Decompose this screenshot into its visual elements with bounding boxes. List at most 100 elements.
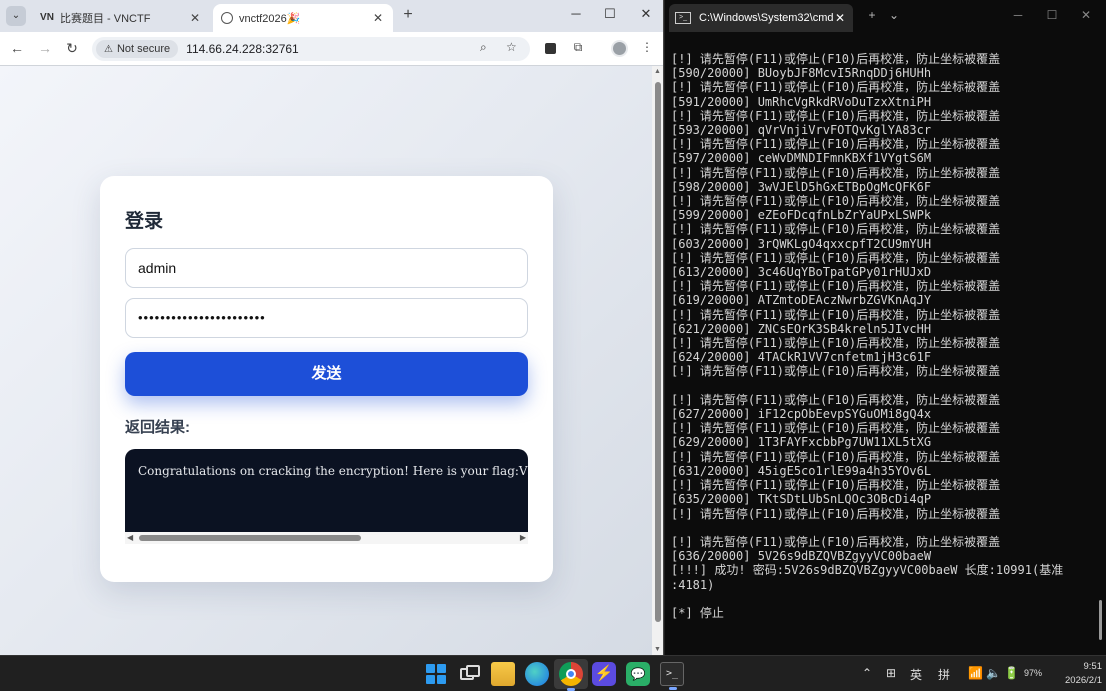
security-chip[interactable]: ⚠ Not secure	[96, 40, 179, 58]
tab-title: vnctf2026🎉	[239, 12, 301, 25]
maximize-icon[interactable]: ☐	[1043, 8, 1061, 22]
terminal-line: [624/20000] 4TACkR1VV7cnfetm1jH3c61F	[671, 350, 932, 365]
terminal-line: [!] 请先暂停(F11)或停止(F10)后再校准，防止坐标被覆盖	[671, 222, 1001, 237]
scroll-down-arrow-icon[interactable]: ▼	[654, 646, 661, 653]
globe-icon	[221, 12, 233, 24]
tab-bar: ⌄ VN 比赛题目 - VNCTF ✕ vnctf2026🎉 ✕ + ─ ☐ ✕	[0, 0, 663, 32]
terminal-line: [597/20000] ceWvDMNDIFmnKBXf1VYgtS6M	[671, 151, 932, 166]
browser-toolbar: ← → ↻ ⚠ Not secure 114.66.24.228:32761 ⌕…	[0, 32, 663, 66]
browser-window: ⌄ VN 比赛题目 - VNCTF ✕ vnctf2026🎉 ✕ + ─ ☐ ✕…	[0, 0, 664, 655]
desktop: ⌄ VN 比赛题目 - VNCTF ✕ vnctf2026🎉 ✕ + ─ ☐ ✕…	[0, 0, 1106, 691]
tab-vnctf2026[interactable]: vnctf2026🎉 ✕	[213, 4, 393, 32]
result-horizontal-scrollbar[interactable]: ◀ ▶	[125, 532, 528, 544]
volume-icon[interactable]: 🔈	[986, 666, 1001, 680]
result-output: Congratulations on cracking the encrypti…	[125, 449, 528, 532]
tray-chevron-up-icon[interactable]: ⌃	[862, 666, 872, 680]
battery-icon[interactable]: 🔋	[1004, 666, 1019, 680]
tab-close-icon[interactable]: ✕	[833, 11, 847, 25]
terminal-line: [!] 请先暂停(F11)或停止(F10)后再校准，防止坐标被覆盖	[671, 80, 1001, 95]
clock[interactable]: 9:51 2026/2/1	[1048, 660, 1102, 688]
terminal-line: [593/20000] qVrVnjiVrvFOTQvKglYA83cr	[671, 123, 932, 138]
username-field[interactable]: admin	[125, 248, 528, 288]
scroll-right-arrow-icon[interactable]: ▶	[520, 533, 526, 542]
terminal-line: [619/20000] ATZmtoDEAczNwrbZGVKnAqJY	[671, 293, 932, 308]
terminal-line: [!] 请先暂停(F11)或停止(F10)后再校准，防止坐标被覆盖	[671, 279, 1001, 294]
terminal-line: [!] 请先暂停(F11)或停止(F10)后再校准，防止坐标被覆盖	[671, 421, 1001, 436]
terminal-app-icon[interactable]: >_	[660, 662, 684, 690]
result-text: Congratulations on cracking the encrypti…	[138, 464, 528, 478]
terminal-line: [!!!] 成功! 密码:5V26s9dBZQVBZgyyVC00baeW 长度…	[671, 563, 1064, 578]
tab-vnctf-challenges[interactable]: VN 比赛题目 - VNCTF ✕	[32, 4, 210, 32]
terminal-line: [!] 请先暂停(F11)或停止(F10)后再校准，防止坐标被覆盖	[671, 307, 1001, 322]
new-tab-plus-icon[interactable]: +	[398, 6, 418, 24]
file-explorer-icon[interactable]	[491, 662, 515, 686]
terminal-line: [!] 请先暂停(F11)或停止(F10)后再校准，防止坐标被覆盖	[671, 194, 1001, 209]
scrollbar-thumb[interactable]	[655, 82, 661, 622]
close-window-icon[interactable]: ✕	[636, 6, 656, 22]
bolt-app-icon[interactable]: ⚡	[592, 662, 616, 686]
more-menu-icon[interactable]: ⋮	[638, 40, 656, 54]
minimize-icon[interactable]: ─	[566, 6, 586, 21]
task-view-icon[interactable]	[458, 662, 482, 686]
close-window-icon[interactable]: ✕	[1077, 8, 1095, 22]
terminal-output[interactable]: [!] 请先暂停(F11)或停止(F10)后再校准，防止坐标被覆盖 [590/20…	[671, 52, 1099, 620]
ime-icon[interactable]: ⊞	[886, 666, 896, 680]
page-viewport: 登录 admin ••••••••••••••••••••••• 发送 返回结果…	[0, 66, 652, 655]
terminal-scrollbar-thumb[interactable]	[1099, 600, 1102, 640]
terminal-line: [629/20000] 1T3FAYFxcbbPg7UW11XL5tXG	[671, 435, 932, 450]
wifi-icon[interactable]: 📶	[968, 666, 983, 680]
wechat-icon[interactable]: 💬	[626, 662, 650, 686]
clock-time: 9:51	[1083, 661, 1103, 672]
terminal-line: [603/20000] 3rQWKLgO4qxxcpfT2CU9mYUH	[671, 236, 932, 251]
terminal-line: [613/20000] 3c46UqYBoTpatGPy01rHUJxD	[671, 265, 932, 280]
login-card: 登录 admin ••••••••••••••••••••••• 发送 返回结果…	[100, 176, 553, 582]
terminal-line: [!] 请先暂停(F11)或停止(F10)后再校准，防止坐标被覆盖	[671, 336, 1001, 351]
terminal-tab-title: C:\Windows\System32\cmd.exe	[699, 12, 833, 24]
tab-close-icon[interactable]: ✕	[371, 11, 385, 25]
terminal-line: [!] 请先暂停(F11)或停止(F10)后再校准，防止坐标被覆盖	[671, 506, 1001, 521]
terminal-line: [!] 请先暂停(F11)或停止(F10)后再校准，防止坐标被覆盖	[671, 364, 1001, 379]
extension-icon[interactable]	[541, 40, 559, 57]
scroll-up-arrow-icon[interactable]: ▲	[654, 68, 661, 75]
terminal-tab[interactable]: >_ C:\Windows\System32\cmd.exe ✕	[669, 4, 853, 32]
profile-avatar[interactable]	[611, 40, 628, 57]
terminal-line: [631/20000] 45igE5co1rlE99a4h35YOv6L	[671, 463, 932, 478]
minimize-icon[interactable]: ─	[1009, 8, 1027, 22]
scrollbar-thumb[interactable]	[139, 535, 361, 541]
bookmark-star-icon[interactable]: ☆	[506, 40, 517, 54]
terminal-line: [635/20000] TKtSDtLUbSnLQOc3OBcDi4qP	[671, 492, 932, 507]
url-text[interactable]: 114.66.24.228:32761	[186, 42, 299, 56]
terminal-line: [636/20000] 5V26s9dBZQVBZgyyVC00baeW	[671, 549, 932, 564]
chrome-browser-icon[interactable]	[559, 662, 583, 691]
zoom-icon[interactable]: ⌕	[480, 40, 487, 55]
terminal-line: [598/20000] 3wVJElD5hGxETBpOgMcQFK6F	[671, 179, 932, 194]
page-vertical-scrollbar[interactable]: ▲ ▼	[652, 66, 663, 655]
tab-title: 比赛题目 - VNCTF	[60, 13, 151, 25]
address-bar[interactable]: ⚠ Not secure 114.66.24.228:32761 ⌕ ☆	[92, 37, 530, 61]
taskbar: ⚡ 💬 >_ ⌃ ⊞ 英 拼 📶 🔈 🔋 97% 9:51 2026/2/1	[0, 655, 1106, 691]
terminal-titlebar: >_ C:\Windows\System32\cmd.exe ✕ + ⌄ ─ ☐…	[665, 0, 1106, 34]
terminal-line: [!] 请先暂停(F11)或停止(F10)后再校准，防止坐标被覆盖	[671, 165, 1001, 180]
clock-date: 2026/2/1	[1065, 675, 1102, 686]
terminal-line: [590/20000] BUoybJF8McvI5RnqDDj6HUHh	[671, 66, 932, 81]
edge-browser-icon[interactable]	[525, 662, 549, 686]
ime-language[interactable]: 英	[910, 666, 922, 683]
ime-mode[interactable]: 拼	[938, 666, 950, 683]
terminal-line: [!] 请先暂停(F11)或停止(F10)后再校准，防止坐标被覆盖	[671, 392, 1001, 407]
terminal-line: [!] 请先暂停(F11)或停止(F10)后再校准，防止坐标被覆盖	[671, 52, 1001, 66]
forward-arrow-icon[interactable]: →	[36, 40, 54, 56]
result-label: 返回结果:	[125, 419, 190, 436]
extensions-puzzle-icon[interactable]: ⧉	[569, 40, 587, 55]
new-tab-plus-icon[interactable]: +	[863, 8, 881, 22]
windows-start-icon[interactable]	[424, 662, 448, 686]
back-arrow-icon[interactable]: ←	[8, 40, 26, 56]
scroll-left-arrow-icon[interactable]: ◀	[127, 533, 133, 542]
tab-close-icon[interactable]: ✕	[188, 11, 202, 25]
maximize-icon[interactable]: ☐	[600, 6, 620, 22]
password-field[interactable]: •••••••••••••••••••••••	[125, 298, 528, 338]
send-button[interactable]: 发送	[125, 352, 528, 396]
reload-icon[interactable]: ↻	[63, 40, 81, 57]
tab-search-chevron-icon[interactable]: ⌄	[6, 6, 26, 26]
dropdown-chevron-icon[interactable]: ⌄	[885, 8, 903, 22]
